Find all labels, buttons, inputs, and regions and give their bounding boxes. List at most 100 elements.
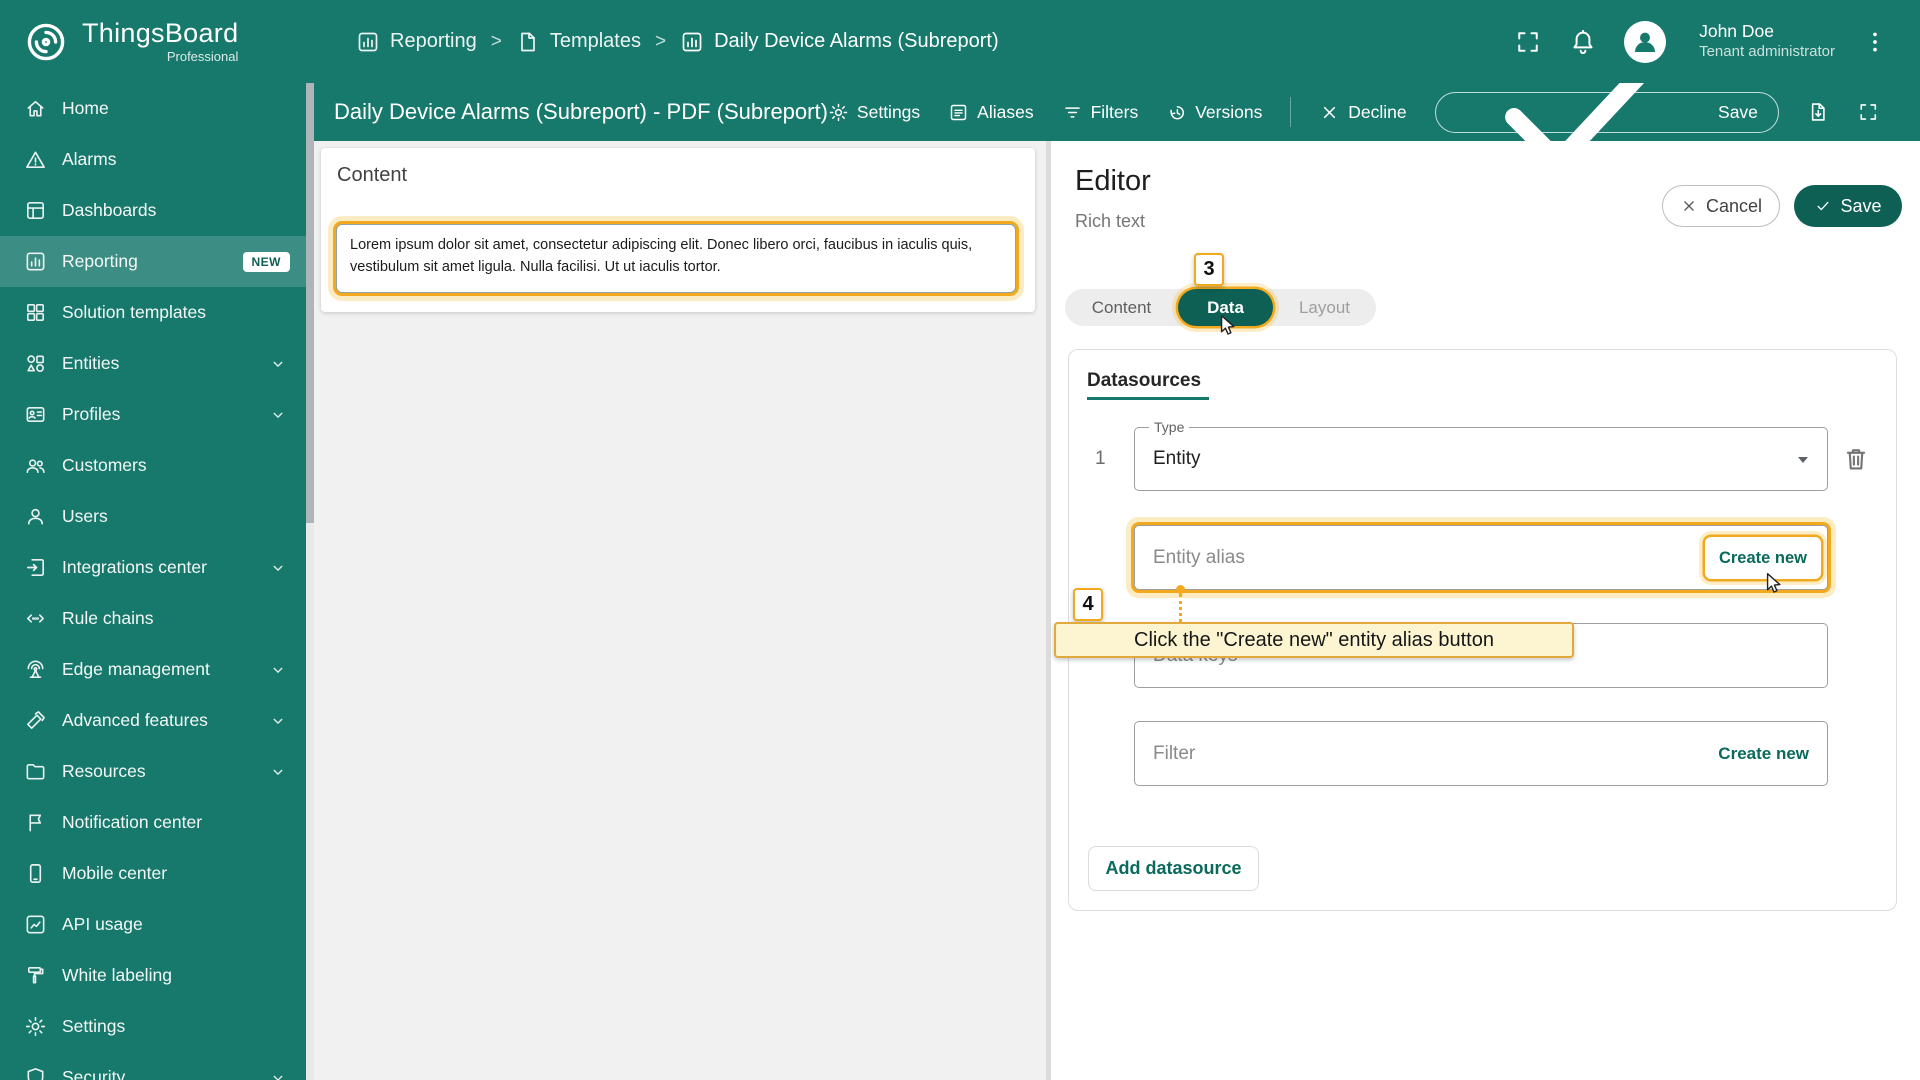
chevron-down-icon xyxy=(268,711,288,731)
breadcrumb-label: Daily Device Alarms (Subreport) xyxy=(714,30,999,52)
datasources-heading: Datasources xyxy=(1087,370,1202,391)
notification-icon xyxy=(24,811,47,834)
chevron-down-icon xyxy=(268,405,288,425)
create-new-filter-button[interactable]: Create new xyxy=(1718,744,1809,764)
profiles-icon xyxy=(24,403,47,426)
sidebar-item-label: Notification center xyxy=(62,812,203,832)
aliases-label: Aliases xyxy=(977,101,1034,122)
editor-subtitle: Rich text xyxy=(1075,211,1146,231)
toolbar-save-button[interactable]: Save xyxy=(1434,53,1779,171)
mobile-icon xyxy=(24,862,47,885)
api-usage-icon xyxy=(24,913,47,936)
reporting-icon xyxy=(24,250,47,273)
versions-label: Versions xyxy=(1195,101,1263,122)
sidebar-scrollbar-thumb[interactable] xyxy=(306,83,314,523)
fullscreen-icon[interactable] xyxy=(1857,99,1880,125)
entity-alias-field[interactable]: Entity alias Create new xyxy=(1134,525,1828,590)
sidebar-item-label: Dashboards xyxy=(62,200,157,220)
filter-placeholder: Filter xyxy=(1153,742,1196,764)
brand-logo[interactable]: ThingsBoard Professional xyxy=(0,18,314,66)
notifications-bell-icon[interactable] xyxy=(1569,28,1597,56)
sidebar-item-label: Settings xyxy=(62,1016,126,1036)
edge-management-icon xyxy=(24,658,47,681)
check-icon xyxy=(1814,197,1832,215)
save-label: Save xyxy=(1718,101,1758,122)
sidebar-item-label: Edge management xyxy=(62,659,210,679)
resources-icon xyxy=(24,760,47,783)
settings-icon xyxy=(24,1015,47,1038)
breadcrumb: Reporting > Templates > Daily Device Ala… xyxy=(356,30,999,54)
sidebar-item-advanced-features[interactable]: Advanced features xyxy=(0,695,314,746)
sidebar-item-entities[interactable]: Entities xyxy=(0,338,314,389)
sidebar-item-alarms[interactable]: Alarms xyxy=(0,134,314,185)
templates-icon xyxy=(516,30,540,54)
sidebar-item-notification-center[interactable]: Notification center xyxy=(0,797,314,848)
history-icon xyxy=(1166,102,1187,123)
users-icon xyxy=(24,505,47,528)
add-datasource-button[interactable]: Add datasource xyxy=(1088,846,1259,891)
fullscreen-icon[interactable] xyxy=(1514,28,1542,56)
sidebar-item-white-labeling[interactable]: White labeling xyxy=(0,950,314,1001)
sidebar-item-reporting[interactable]: Reporting NEW xyxy=(0,236,314,287)
export-pdf-icon[interactable] xyxy=(1807,99,1830,125)
breadcrumb-templates[interactable]: Templates xyxy=(516,30,641,54)
versions-button[interactable]: Versions xyxy=(1166,102,1262,123)
sidebar-item-rule-chains[interactable]: Rule chains xyxy=(0,593,314,644)
sidebar-item-label: Mobile center xyxy=(62,863,168,883)
sidebar-item-security[interactable]: Security xyxy=(0,1052,314,1080)
sidebar-item-solution-templates[interactable]: Solution templates xyxy=(0,287,314,338)
report-toolbar: Daily Device Alarms (Subreport) - PDF (S… xyxy=(314,53,1920,171)
sidebar-item-label: Integrations center xyxy=(62,557,207,577)
sidebar-item-integrations-center[interactable]: Integrations center xyxy=(0,542,314,593)
filters-button[interactable]: Filters xyxy=(1062,101,1139,123)
settings-label: Settings xyxy=(856,101,921,122)
toolbar-divider xyxy=(1290,97,1292,127)
annotation-anchor-dot xyxy=(1176,585,1185,594)
decline-button[interactable]: Decline xyxy=(1319,101,1407,123)
sidebar-item-users[interactable]: Users xyxy=(0,491,314,542)
editor-title: Editor xyxy=(1075,165,1151,197)
integrations-icon xyxy=(24,556,47,579)
breadcrumb-current[interactable]: Daily Device Alarms (Subreport) xyxy=(680,30,999,54)
sidebar-item-api-usage[interactable]: API usage xyxy=(0,899,314,950)
sidebar-item-profiles[interactable]: Profiles xyxy=(0,389,314,440)
mouse-cursor-icon xyxy=(1214,313,1240,339)
entities-icon xyxy=(24,352,47,375)
rich-text-preview[interactable]: Lorem ipsum dolor sit amet, consectetur … xyxy=(336,224,1016,293)
report-title: Daily Device Alarms (Subreport) - PDF (S… xyxy=(334,99,828,124)
save-label: Save xyxy=(1840,195,1882,216)
aliases-button[interactable]: Aliases xyxy=(948,101,1034,123)
decline-label: Decline xyxy=(1348,101,1407,122)
sidebar-item-label: Security xyxy=(62,1067,126,1080)
chevron-down-icon xyxy=(268,1068,288,1080)
sidebar-item-label: Solution templates xyxy=(62,302,206,322)
type-label: Type xyxy=(1149,419,1190,435)
mouse-cursor-icon xyxy=(1760,571,1786,597)
filters-label: Filters xyxy=(1090,101,1139,122)
breadcrumb-reporting[interactable]: Reporting xyxy=(356,30,477,54)
top-bar: ThingsBoard Professional Reporting > Tem… xyxy=(0,0,1920,83)
sidebar-item-label: Profiles xyxy=(62,404,121,424)
sidebar-item-home[interactable]: Home xyxy=(0,83,314,134)
sidebar-item-mobile-center[interactable]: Mobile center xyxy=(0,848,314,899)
person-icon xyxy=(1630,27,1660,57)
tab-content[interactable]: Content xyxy=(1065,289,1178,326)
breadcrumb-label: Reporting xyxy=(390,30,477,52)
annotation-step-4: 4 xyxy=(1073,588,1103,621)
sidebar-item-dashboards[interactable]: Dashboards xyxy=(0,185,314,236)
type-select[interactable]: Type Entity xyxy=(1134,419,1828,491)
kebab-menu-icon[interactable] xyxy=(1862,29,1888,55)
sidebar: Home Alarms Dashboards Reporting NEW Sol… xyxy=(0,83,314,1080)
settings-button[interactable]: Settings xyxy=(828,102,920,123)
sidebar-item-settings[interactable]: Settings xyxy=(0,1001,314,1052)
editor-save-button[interactable]: Save xyxy=(1794,185,1902,227)
sidebar-item-resources[interactable]: Resources xyxy=(0,746,314,797)
breadcrumb-separator: > xyxy=(490,30,502,52)
new-badge: NEW xyxy=(242,251,290,272)
sidebar-item-edge-management[interactable]: Edge management xyxy=(0,644,314,695)
sidebar-item-customers[interactable]: Customers xyxy=(0,440,314,491)
delete-datasource-icon[interactable] xyxy=(1841,444,1871,474)
tab-layout[interactable]: Layout xyxy=(1273,289,1376,326)
avatar[interactable] xyxy=(1624,20,1667,63)
filter-field[interactable]: Filter Create new xyxy=(1134,721,1828,786)
